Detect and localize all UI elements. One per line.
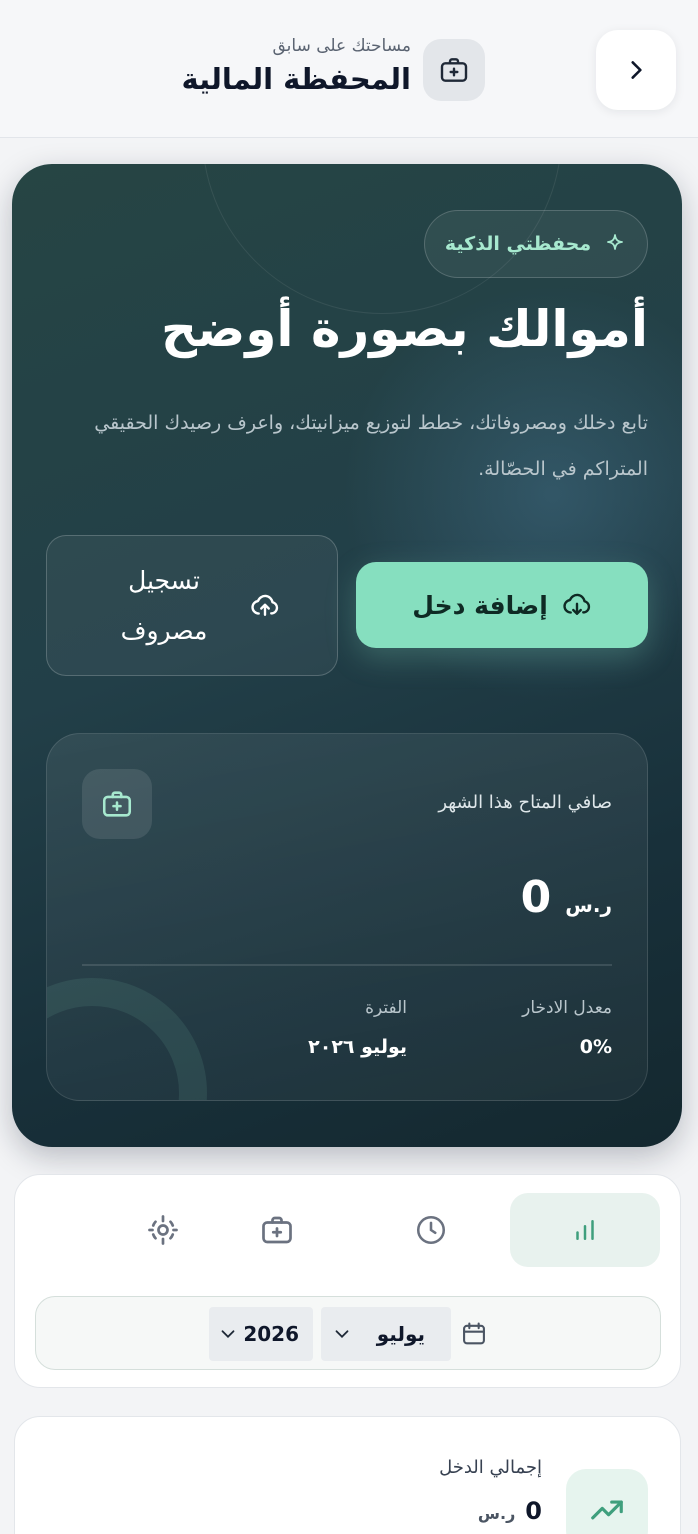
badge-label: محفظتي الذكية <box>444 233 592 255</box>
currency-label: ر.س <box>565 893 612 917</box>
hero-card: محفظتي الذكية أموالك بصورة أوضح تابع دخل… <box>12 164 682 1147</box>
page-title: المحفظة المالية <box>181 62 411 96</box>
month-value: يوليو <box>376 1322 425 1346</box>
trending-up-icon <box>591 1500 623 1520</box>
net-available-amount: ر.س 0 <box>521 872 612 923</box>
net-available-value: 0 <box>520 872 552 923</box>
net-card-decoration <box>47 978 207 1100</box>
target-icon <box>148 1215 178 1245</box>
chevron-down-icon <box>335 1330 349 1339</box>
add-income-label: إضافة دخل <box>412 590 548 620</box>
wallet-icon <box>102 791 132 817</box>
sparkle-icon <box>607 234 623 250</box>
total-income-amount: 0 ر.س <box>478 1497 542 1525</box>
add-income-button[interactable]: إضافة دخل <box>356 562 648 648</box>
tab-overview[interactable] <box>510 1193 660 1267</box>
total-income-label: إجمالي الدخل <box>439 1457 542 1478</box>
year-select[interactable]: 2026 <box>209 1307 313 1361</box>
filters-card: يوليو 2026 <box>14 1174 681 1388</box>
hero-description: تابع دخلك ومصروفاتك، خطط لتوزيع ميزانيتك… <box>94 412 648 480</box>
year-value: 2026 <box>243 1322 299 1346</box>
net-available-card: صافي المتاح هذا الشهر ر.س 0 معدل الادخار… <box>46 733 648 1101</box>
smart-wallet-badge: محفظتي الذكية <box>424 210 648 278</box>
header-subtitle: مساحتك على سابق <box>272 36 412 56</box>
cloud-download-icon <box>563 593 590 615</box>
net-wallet-badge <box>82 769 152 839</box>
chevron-down-icon <box>221 1330 235 1339</box>
period-value: يوليو ٢٠٢٦ <box>308 1036 407 1058</box>
tab-goals[interactable] <box>88 1193 238 1267</box>
header-wallet-badge <box>423 39 485 101</box>
log-expense-button[interactable]: تسجيل مصروف <box>46 535 338 676</box>
calendar-icon <box>463 1322 485 1345</box>
chevron-right-icon <box>631 61 642 79</box>
bar-chart-icon <box>576 1220 594 1240</box>
period-selector: يوليو 2026 <box>35 1296 661 1370</box>
divider <box>82 964 612 966</box>
total-income-card: إجمالي الدخل 0 ر.س <box>14 1416 681 1534</box>
month-select[interactable]: يوليو <box>321 1307 451 1361</box>
log-expense-label: تسجيل مصروف <box>120 565 208 645</box>
savings-rate-value: 0% <box>579 1036 612 1058</box>
clock-icon <box>416 1215 446 1245</box>
hero-title: أموالك بصورة أوضح <box>161 300 648 358</box>
wallet-icon <box>262 1216 292 1244</box>
cloud-upload-icon <box>251 594 279 616</box>
savings-rate-label: معدل الادخار <box>522 998 612 1018</box>
income-trend-badge <box>566 1469 648 1534</box>
app-header: مساحتك على سابق المحفظة المالية <box>0 0 698 138</box>
currency-label: ر.س <box>477 1504 516 1523</box>
period-label: الفترة <box>365 998 407 1018</box>
tab-history[interactable] <box>356 1193 506 1267</box>
wallet-icon <box>440 58 468 82</box>
net-available-label: صافي المتاح هذا الشهر <box>438 792 612 813</box>
total-income-value: 0 <box>525 1497 542 1525</box>
back-button[interactable] <box>596 30 676 110</box>
